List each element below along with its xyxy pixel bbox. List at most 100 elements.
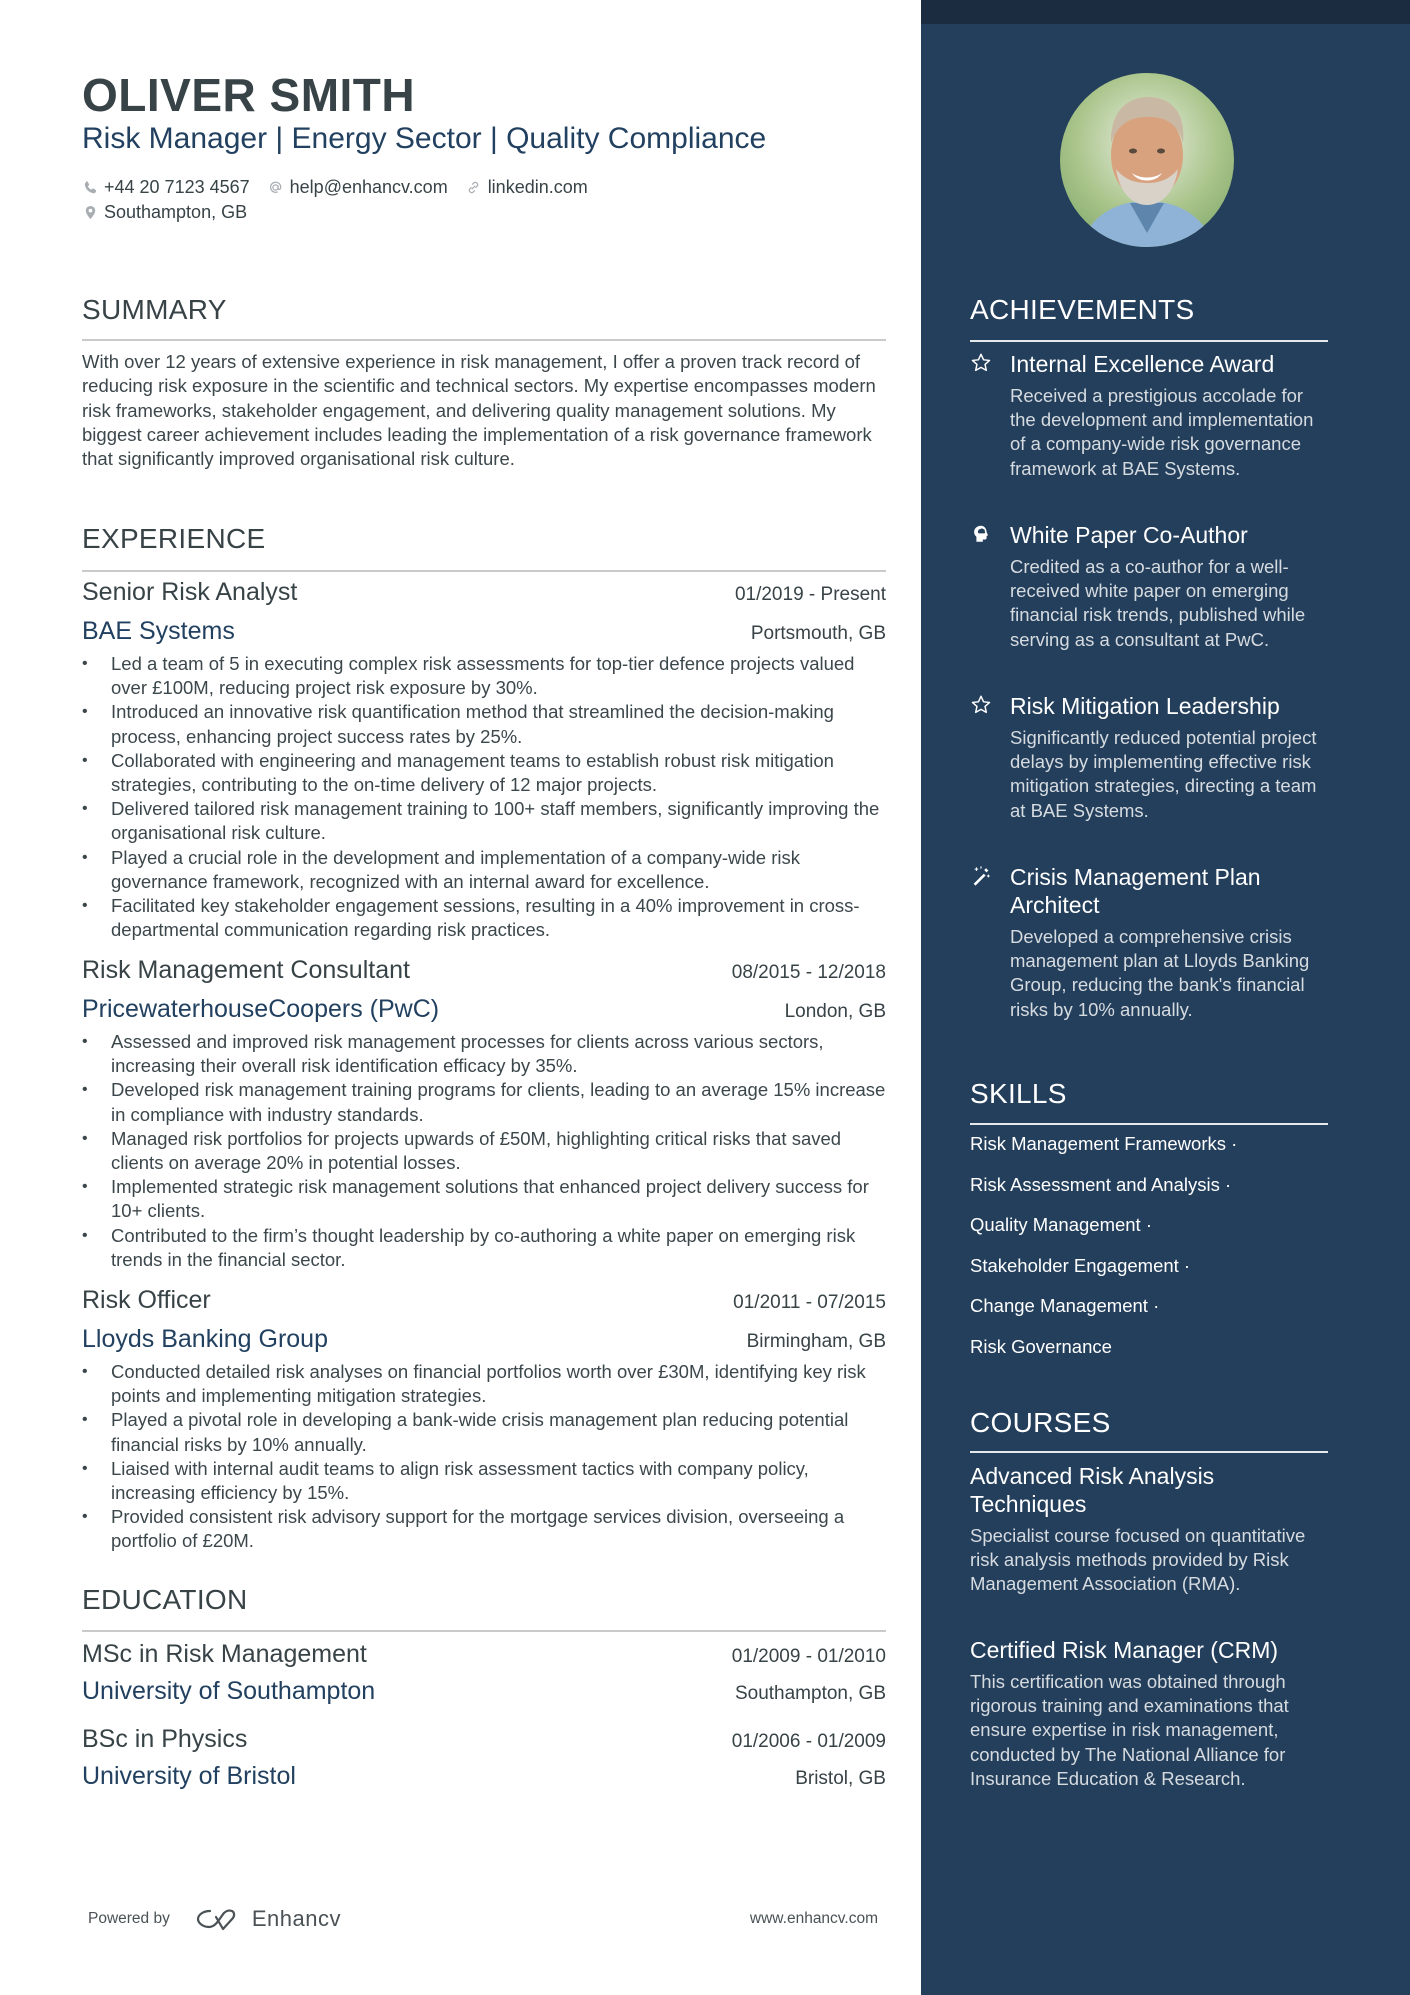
- courses-heading: COURSES: [970, 1407, 1111, 1438]
- skills-heading: SKILLS: [970, 1078, 1067, 1109]
- job-dates: 01/2011 - 07/2015: [733, 1292, 886, 1313]
- education-entry: MSc in Risk Management 01/2009 - 01/2010…: [82, 1640, 886, 1706]
- location-text: Southampton, GB: [104, 202, 248, 222]
- achievement-desc: Received a prestigious accolade for the …: [1010, 385, 1314, 479]
- job-entry: Risk Management Consultant 08/2015 - 12/…: [82, 956, 886, 1272]
- experience-divider: [82, 570, 886, 572]
- star-icon: [970, 694, 994, 720]
- achievement-item: Risk Mitigation Leadership Significantly…: [970, 692, 1328, 823]
- job-role: Senior Risk Analyst: [82, 578, 298, 606]
- skill-item: Quality Management ·: [970, 1214, 1153, 1235]
- bullet: Developed risk management training progr…: [82, 1078, 886, 1126]
- education-heading: EDUCATION: [82, 1584, 248, 1615]
- job-company: PricewaterhouseCoopers (PwC): [82, 995, 440, 1023]
- star-icon: [970, 352, 994, 378]
- course-desc: This certification was obtained through …: [970, 1671, 1289, 1789]
- link-text: linkedin.com: [487, 177, 588, 197]
- bullet: Facilitated key stakeholder engagement s…: [82, 894, 886, 942]
- job-role: Risk Management Consultant: [82, 956, 410, 984]
- bullet: Contributed to the firm’s thought leader…: [82, 1224, 886, 1272]
- bullet: Provided consistent risk advisory suppor…: [82, 1505, 886, 1553]
- job-company: BAE Systems: [82, 617, 235, 645]
- profile-photo-image: [1060, 73, 1234, 247]
- summary-text: With over 12 years of extensive experien…: [82, 351, 876, 470]
- bullet: Played a crucial role in the development…: [82, 846, 886, 894]
- location-pin-icon: [82, 205, 98, 221]
- courses-divider: [970, 1451, 1328, 1453]
- edu-school: University of Bristol: [82, 1762, 296, 1790]
- edu-location: Southampton, GB: [734, 1683, 886, 1704]
- phone-text: +44 20 7123 4567: [104, 177, 250, 197]
- edu-degree: MSc in Risk Management: [82, 1640, 367, 1668]
- at-icon: [268, 180, 284, 196]
- bullet: Led a team of 5 in executing complex ris…: [82, 652, 886, 700]
- bullet: Conducted detailed risk analyses on fina…: [82, 1360, 886, 1408]
- edu-degree: BSc in Physics: [82, 1725, 248, 1753]
- achievement-title: Risk Mitigation Leadership: [1010, 693, 1280, 719]
- bullet: Collaborated with engineering and manage…: [82, 749, 886, 797]
- bullet: Liaised with internal audit teams to ali…: [82, 1457, 886, 1505]
- bullet: Delivered tailored risk management train…: [82, 797, 886, 845]
- footer-url[interactable]: www.enhancv.com: [750, 1910, 878, 1928]
- bullet: Managed risk portfolios for projects upw…: [82, 1127, 886, 1175]
- job-role: Risk Officer: [82, 1286, 211, 1314]
- course-title: Certified Risk Manager (CRM): [970, 1637, 1279, 1663]
- skill-item: Stakeholder Engagement ·: [970, 1255, 1191, 1276]
- enhancv-logo-icon: [196, 1909, 236, 1931]
- summary-heading: SUMMARY: [82, 294, 227, 325]
- achievement-desc: Developed a comprehensive crisis managem…: [1010, 926, 1310, 1020]
- experience-heading: EXPERIENCE: [82, 523, 266, 554]
- contact-location: Southampton, GB: [82, 202, 247, 223]
- edu-dates: 01/2009 - 01/2010: [731, 1646, 886, 1667]
- enhancv-logo[interactable]: Enhancv: [194, 1905, 341, 1933]
- brain-head-icon: [970, 523, 994, 549]
- email-text: help@enhancv.com: [289, 177, 448, 197]
- job-entry: Risk Officer 01/2011 - 07/2015 Lloyds Ba…: [82, 1286, 886, 1554]
- brand-name: Enhancv: [251, 1906, 341, 1931]
- headline: Risk Manager | Energy Sector | Quality C…: [82, 122, 767, 155]
- course-title: Advanced Risk Analysis Techniques: [970, 1463, 1215, 1517]
- achievement-title: Crisis Management Plan Architect: [1010, 864, 1261, 918]
- education-entry: BSc in Physics 01/2006 - 01/2009 Univers…: [82, 1725, 886, 1791]
- phone-icon: [82, 180, 98, 196]
- edu-school: University of Southampton: [82, 1677, 376, 1705]
- job-bullets: Led a team of 5 in executing complex ris…: [82, 652, 886, 942]
- skill-item: Change Management ·: [970, 1295, 1160, 1316]
- achievement-title: Internal Excellence Award: [1010, 351, 1275, 377]
- achievement-desc: Credited as a co-author for a well-recei…: [1010, 556, 1306, 650]
- achievement-item: Crisis Management Plan Architect Develop…: [970, 863, 1328, 1022]
- skill-item: Risk Management Frameworks ·: [970, 1133, 1238, 1154]
- magic-wand-icon: [970, 865, 994, 891]
- link-icon: [466, 180, 482, 196]
- edu-dates: 01/2006 - 01/2009: [731, 1731, 886, 1752]
- job-location: London, GB: [784, 1001, 886, 1022]
- contact-email[interactable]: help@enhancv.com: [268, 177, 448, 198]
- footer: Powered by Enhancv www.enhancv.com: [88, 1905, 878, 1933]
- job-entry: Senior Risk Analyst 01/2019 - Present BA…: [82, 578, 886, 942]
- job-location: Birmingham, GB: [746, 1331, 886, 1352]
- course-item: Certified Risk Manager (CRM) This certif…: [970, 1636, 1328, 1791]
- achievement-title: White Paper Co-Author: [1010, 522, 1248, 548]
- job-bullets: Conducted detailed risk analyses on fina…: [82, 1360, 886, 1554]
- edu-location: Bristol, GB: [795, 1768, 886, 1789]
- course-item: Advanced Risk Analysis Techniques Specia…: [970, 1462, 1328, 1597]
- sidebar-top-band: [921, 0, 1410, 24]
- powered-by-label: Powered by: [88, 1910, 170, 1927]
- achievement-item: Internal Excellence Award Received a pre…: [970, 350, 1328, 481]
- job-bullets: Assessed and improved risk management pr…: [82, 1030, 886, 1272]
- education-divider: [82, 1630, 886, 1632]
- contact-info: +44 20 7123 4567 help@enhancv.com linked…: [82, 175, 606, 225]
- summary-divider: [82, 339, 886, 341]
- profile-photo: [1060, 73, 1234, 247]
- contact-phone: +44 20 7123 4567: [82, 177, 250, 198]
- job-dates: 01/2019 - Present: [734, 584, 886, 605]
- skill-item: Risk Assessment and Analysis ·: [970, 1174, 1232, 1195]
- course-desc: Specialist course focused on quantitativ…: [970, 1525, 1306, 1595]
- bullet: Implemented strategic risk management so…: [82, 1175, 886, 1223]
- achievement-desc: Significantly reduced potential project …: [1010, 727, 1317, 821]
- contact-link[interactable]: linkedin.com: [466, 177, 588, 198]
- achievements-heading: ACHIEVEMENTS: [970, 294, 1195, 325]
- sidebar: ACHIEVEMENTS Internal Excellence Award R…: [921, 0, 1410, 1995]
- achievement-item: White Paper Co-Author Credited as a co-a…: [970, 521, 1328, 652]
- bullet: Introduced an innovative risk quantifica…: [82, 700, 886, 748]
